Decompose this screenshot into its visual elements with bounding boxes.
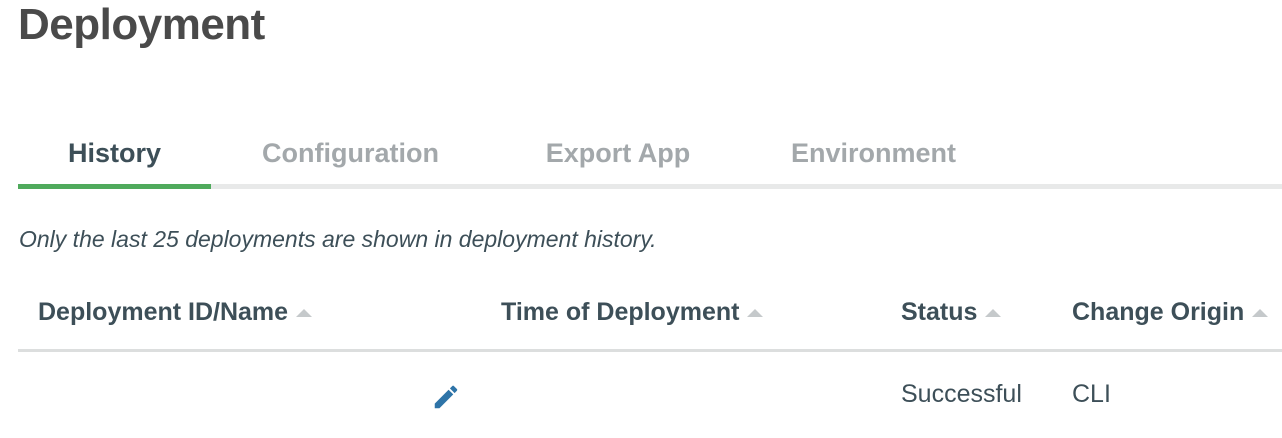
active-tab-indicator — [18, 184, 211, 189]
column-header-time-of-deployment[interactable]: Time of Deployment — [501, 298, 764, 327]
column-header-change-origin[interactable]: Change Origin — [1072, 298, 1269, 327]
tab-export-app[interactable]: Export App — [523, 118, 713, 189]
tab-environment[interactable]: Environment — [771, 118, 976, 189]
column-header-label: Status — [901, 298, 978, 326]
history-notice: Only the last 25 deployments are shown i… — [19, 226, 657, 252]
tab-export-app-label: Export App — [545, 138, 691, 168]
column-header-label: Time of Deployment — [501, 298, 740, 326]
tab-environment-label: Environment — [790, 138, 957, 168]
cell-status: Successful — [901, 380, 1022, 408]
column-header-label: Deployment ID/Name — [38, 298, 289, 326]
sort-ascending-icon[interactable] — [747, 308, 764, 317]
deployment-page: Deployment History Configuration Export … — [0, 0, 1282, 438]
sort-ascending-icon[interactable] — [985, 308, 1002, 317]
tab-history[interactable]: History — [18, 118, 211, 189]
page-title: Deployment — [18, 0, 265, 49]
tab-configuration[interactable]: Configuration — [243, 118, 458, 189]
column-header-status[interactable]: Status — [901, 298, 1002, 327]
tab-bar: History Configuration Export App Environ… — [18, 118, 1282, 190]
sort-ascending-icon[interactable] — [296, 308, 313, 317]
tab-history-label: History — [67, 138, 162, 168]
tab-configuration-label: Configuration — [262, 138, 439, 168]
cell-change-origin: CLI — [1072, 380, 1111, 408]
table-row: Successful CLI — [18, 352, 1282, 438]
column-header-label: Change Origin — [1072, 298, 1245, 326]
sort-ascending-icon[interactable] — [1252, 308, 1269, 317]
table-header: Deployment ID/Name Time of Deployment St… — [18, 290, 1282, 350]
pencil-icon[interactable] — [431, 382, 461, 412]
column-header-deployment-id[interactable]: Deployment ID/Name — [38, 298, 313, 327]
